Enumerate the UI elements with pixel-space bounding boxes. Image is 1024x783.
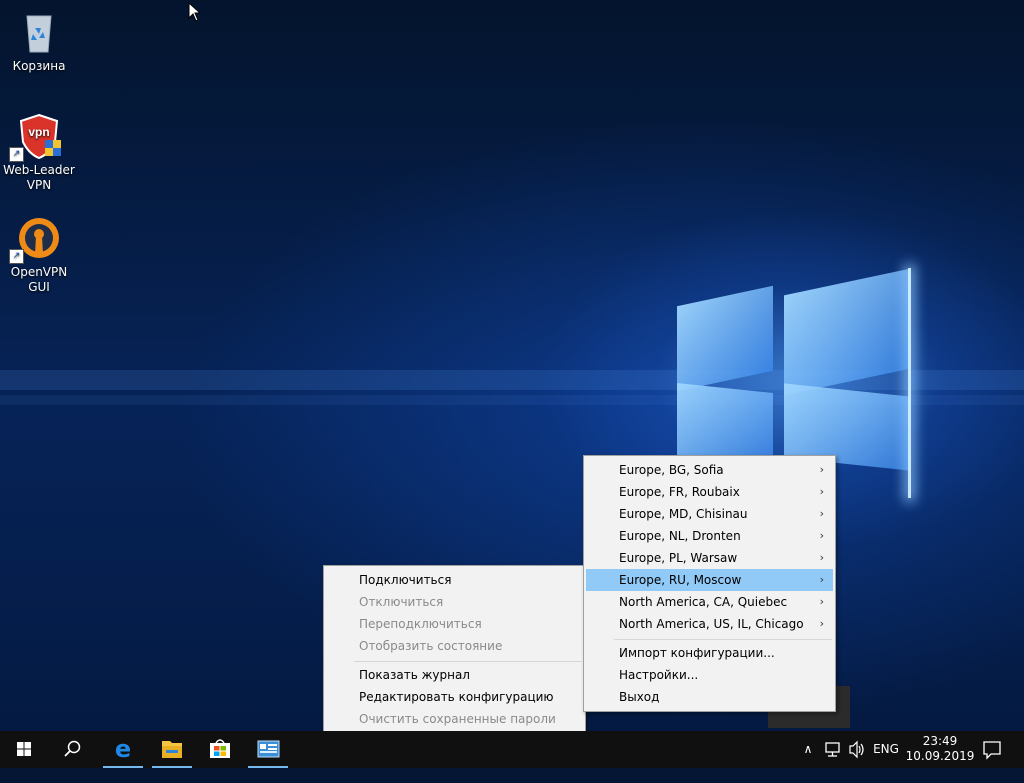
- window-logo-pane: [677, 382, 773, 466]
- start-icon: [17, 742, 31, 756]
- desktop-icon-label: Корзина: [12, 59, 66, 73]
- menu-item-edit-config[interactable]: Редактировать конфигурацию: [326, 686, 583, 708]
- taskbar-app-edge[interactable]: e: [99, 731, 147, 768]
- desktop-icon-label: OpenVPN GUI: [10, 265, 68, 294]
- network-icon[interactable]: [822, 731, 844, 768]
- desktop[interactable]: Корзина vpn ↗ Web-Leader VPN ↗ OpenVPN G…: [0, 0, 1024, 731]
- server-label: North America, CA, Quiebec: [619, 595, 788, 609]
- server-item-pl-warsaw[interactable]: Europe, PL, Warsaw ›: [586, 547, 833, 569]
- menu-item-import-config[interactable]: Импорт конфигурации...: [586, 642, 833, 664]
- clock[interactable]: 23:49 10.09.2019: [905, 734, 975, 764]
- menu-separator: [354, 661, 582, 662]
- chevron-right-icon: ›: [819, 551, 824, 564]
- server-label: Europe, NL, Dronten: [619, 529, 741, 543]
- svg-text:e: e: [115, 735, 131, 763]
- server-item-nl-dronten[interactable]: Europe, NL, Dronten ›: [586, 525, 833, 547]
- taskbar-app-store[interactable]: [196, 731, 244, 768]
- chevron-right-icon: ›: [819, 463, 824, 476]
- server-item-us-chicago[interactable]: North America, US, IL, Chicago ›: [586, 613, 833, 635]
- edge-icon: e: [115, 735, 131, 763]
- taskbar: e ∧ ENG 23:49 10.09.2019: [0, 731, 1024, 768]
- menu-item-show-status: Отобразить состояние: [359, 639, 503, 653]
- server-item-ca-quiebec[interactable]: North America, CA, Quiebec ›: [586, 591, 833, 613]
- chevron-right-icon: ›: [819, 617, 824, 630]
- clock-time: 23:49: [922, 734, 958, 748]
- chevron-right-icon: ›: [819, 485, 824, 498]
- menu-item-exit[interactable]: Выход: [586, 686, 833, 708]
- desktop-icon-openvpn-gui[interactable]: ↗ OpenVPN GUI: [1, 214, 77, 295]
- file-explorer-icon: [162, 741, 182, 758]
- store-icon: [210, 739, 230, 758]
- desktop-icon-label: Web-Leader VPN: [3, 163, 75, 192]
- menu-item-disconnect: Отключиться: [359, 595, 444, 609]
- volume-icon[interactable]: [846, 731, 868, 768]
- recycle-bin-icon: [15, 8, 63, 56]
- notification-icon: [983, 741, 1001, 760]
- shortcut-arrow-icon: ↗: [9, 147, 24, 162]
- server-label: Europe, RU, Moscow: [619, 573, 742, 587]
- search-icon: [64, 740, 81, 757]
- server-menu: Europe, BG, Sofia › Europe, FR, Roubaix …: [583, 455, 836, 712]
- tray-chevron-up-icon[interactable]: ∧: [799, 731, 817, 768]
- start-button[interactable]: [0, 731, 48, 768]
- chevron-right-icon: ›: [819, 573, 824, 586]
- menu-item-reconnect: Переподключиться: [359, 617, 482, 631]
- chevron-right-icon: ›: [819, 507, 824, 520]
- menu-item-settings[interactable]: Настройки...: [586, 664, 833, 686]
- server-label: Europe, FR, Roubaix: [619, 485, 740, 499]
- clock-date: 10.09.2019: [905, 749, 975, 763]
- svg-text:vpn: vpn: [28, 125, 49, 139]
- chevron-right-icon: ›: [819, 595, 824, 608]
- menu-item-clear-passwords: Очистить сохраненные пароли: [359, 712, 556, 726]
- app-window-icon: [257, 740, 280, 758]
- server-item-bg-sofia[interactable]: Europe, BG, Sofia ›: [586, 459, 833, 481]
- server-item-fr-roubaix[interactable]: Europe, FR, Roubaix ›: [586, 481, 833, 503]
- menu-item-show-log[interactable]: Показать журнал: [326, 664, 583, 686]
- taskbar-app-window[interactable]: [244, 731, 292, 768]
- language-indicator[interactable]: ENG: [871, 731, 901, 768]
- desktop-icon-recycle-bin[interactable]: Корзина: [1, 8, 77, 74]
- context-menu: Подключиться Отключиться Переподключитьс…: [323, 565, 586, 731]
- desktop-icon-web-leader-vpn[interactable]: vpn ↗ Web-Leader VPN: [1, 112, 77, 193]
- search-button[interactable]: [48, 731, 96, 768]
- server-label: Europe, BG, Sofia: [619, 463, 724, 477]
- server-label: Europe, PL, Warsaw: [619, 551, 738, 565]
- chevron-right-icon: ›: [819, 529, 824, 542]
- window-logo-edge: [908, 268, 911, 498]
- server-item-md-chisinau[interactable]: Europe, MD, Chisinau ›: [586, 503, 833, 525]
- vpn-shield-icon: vpn ↗: [9, 112, 63, 162]
- action-center-button[interactable]: [980, 731, 1004, 768]
- menu-separator: [614, 639, 832, 640]
- openvpn-icon: ↗: [9, 214, 63, 264]
- shortcut-arrow-icon: ↗: [9, 249, 24, 264]
- menu-item-connect[interactable]: Подключиться: [326, 569, 583, 591]
- taskbar-app-file-explorer[interactable]: [148, 731, 196, 768]
- server-label: Europe, MD, Chisinau: [619, 507, 748, 521]
- server-label: North America, US, IL, Chicago: [619, 617, 804, 631]
- server-item-ru-moscow[interactable]: Europe, RU, Moscow ›: [586, 569, 833, 591]
